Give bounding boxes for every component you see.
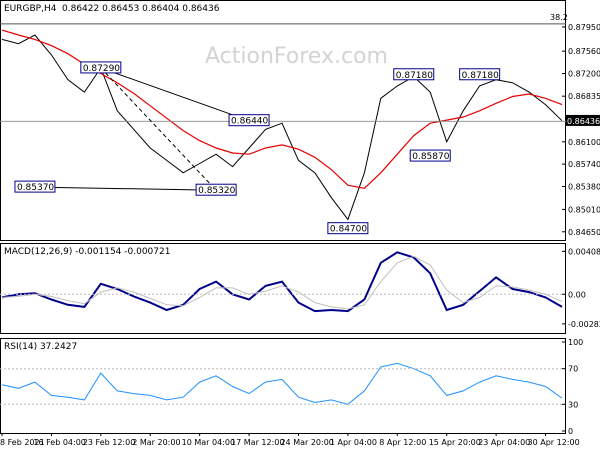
x-tick-label: 30 Apr 12:00: [528, 438, 580, 447]
price-panel-frame: [0, 0, 566, 241]
current-price-label: 0.86436: [567, 117, 600, 126]
y-tick-label: 0.87560: [568, 47, 600, 56]
rsi-panel-title: RSI(14) 37.2427: [4, 342, 77, 352]
y-tick-label: 0.84650: [568, 228, 600, 237]
x-axis: 8 Feb 202116 Feb 04:0023 Feb 12:002 Mar …: [0, 433, 580, 447]
rsi-panel-frame: [0, 338, 566, 434]
current-price-marker: 0.86436: [566, 114, 600, 126]
y-tick-label: 0.86835: [568, 92, 600, 101]
x-tick-label: 23 Apr 04:00: [478, 438, 530, 447]
y-tick-label: 30: [568, 400, 578, 409]
price-panel-title: EURGBP,H4: [4, 4, 57, 14]
y-tick-label: 100: [568, 338, 583, 347]
x-tick-label: 15 Apr 20:00: [429, 438, 481, 447]
y-tick-label: 0.85380: [568, 182, 600, 191]
macd-y-axis: 0.004088 0.00 -0.00282: [562, 247, 600, 329]
y-tick-label: 0.00: [568, 290, 586, 299]
x-tick-label: 2 Mar 20:00: [132, 438, 180, 447]
x-tick-label: 10 Mar 04:00: [182, 438, 235, 447]
annotation-label: 0.86440: [231, 117, 268, 127]
annotation-label: 0.85370: [17, 183, 54, 193]
y-tick-label: 0.85740: [568, 160, 600, 169]
annotation-label: 0.84700: [330, 225, 367, 235]
y-tick-label: 0.85010: [568, 205, 600, 214]
macd-panel-title: MACD(12,26,9) -0.001154 -0.000721: [4, 247, 170, 257]
price-y-axis: 0.87950 0.87560 0.87200 0.86835 0.86100 0.857…: [562, 23, 600, 237]
y-tick-label: 0.004088: [568, 247, 600, 256]
price-ohlc-header: 0.86422 0.86453 0.86404 0.86436: [62, 4, 220, 14]
y-tick-label: 0.87200: [568, 70, 600, 79]
y-tick-label: 70: [568, 365, 578, 374]
watermark: ActionForex.com: [205, 44, 388, 69]
annotation-label: 0.87180: [396, 71, 433, 81]
x-tick-label: 17 Mar 12:00: [231, 438, 284, 447]
fib-label: 38.2: [550, 13, 568, 22]
y-tick-label: 0.87950: [568, 23, 600, 32]
macd-panel-frame: [0, 243, 566, 334]
chart-svg: ActionForex.com EURGBP,H4 0.86422 0.8645…: [0, 0, 600, 447]
y-tick-label: -0.00282: [568, 320, 600, 329]
x-tick-label: 23 Feb 12:00: [83, 438, 135, 447]
annotation-label: 0.87290: [83, 64, 120, 74]
annotation-label: 0.85320: [198, 186, 235, 196]
y-tick-label: 0: [568, 427, 573, 436]
annotation-label: 0.87180: [462, 71, 499, 81]
x-tick-label: 8 Apr 12:00: [379, 438, 426, 447]
annotation-label: 0.85870: [412, 152, 449, 162]
y-tick-label: 0.86100: [568, 138, 600, 147]
x-tick-label: 1 Apr 04:00: [330, 438, 377, 447]
x-tick-label: 16 Feb 04:00: [33, 438, 85, 447]
x-tick-label: 24 Mar 20:00: [280, 438, 333, 447]
